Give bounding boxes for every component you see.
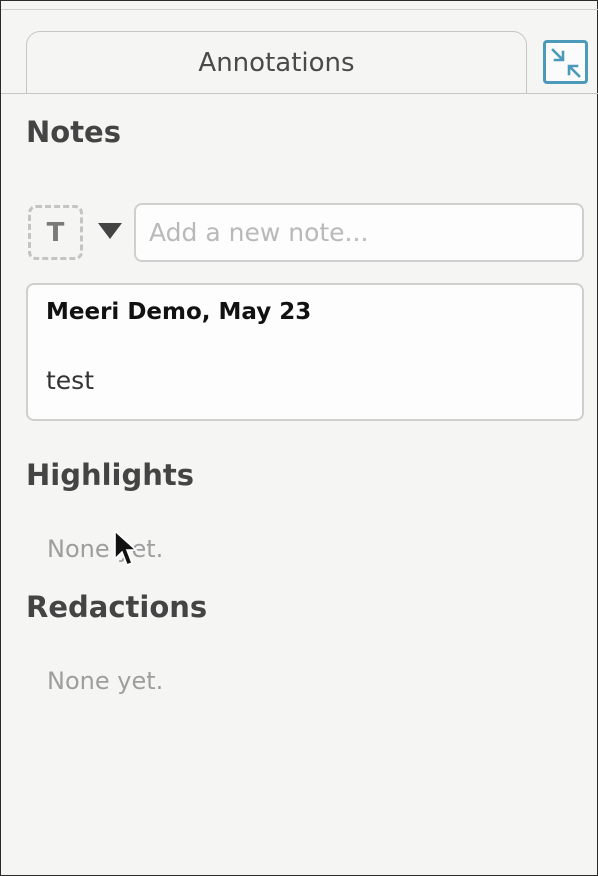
note-author-date: Meeri Demo, May 23 (46, 299, 312, 325)
tab-annotations[interactable]: Annotations (26, 31, 527, 94)
new-note-input[interactable] (134, 203, 584, 262)
tab-annotations-label: Annotations (198, 48, 355, 78)
text-type-letter: T (46, 217, 65, 248)
redactions-section-title: Redactions (26, 590, 208, 624)
collapse-panel-button[interactable] (543, 40, 588, 84)
note-item[interactable]: Meeri Demo, May 23 test (26, 283, 584, 421)
highlights-section-title: Highlights (26, 458, 195, 492)
notes-section-title: Notes (26, 115, 121, 149)
top-divider (1, 9, 598, 10)
collapse-arrows-icon (551, 48, 581, 78)
redactions-empty-text: None yet. (47, 667, 164, 695)
note-type-dropdown-icon[interactable] (98, 223, 122, 239)
annotations-panel: Annotations Notes T Meeri Demo, May 23 t… (0, 0, 598, 876)
text-note-type-icon[interactable]: T (28, 205, 83, 260)
note-body: test (46, 366, 95, 395)
mouse-pointer-icon (114, 529, 139, 567)
highlights-empty-text: None yet. (47, 535, 164, 563)
tab-bar-divider (1, 93, 598, 94)
